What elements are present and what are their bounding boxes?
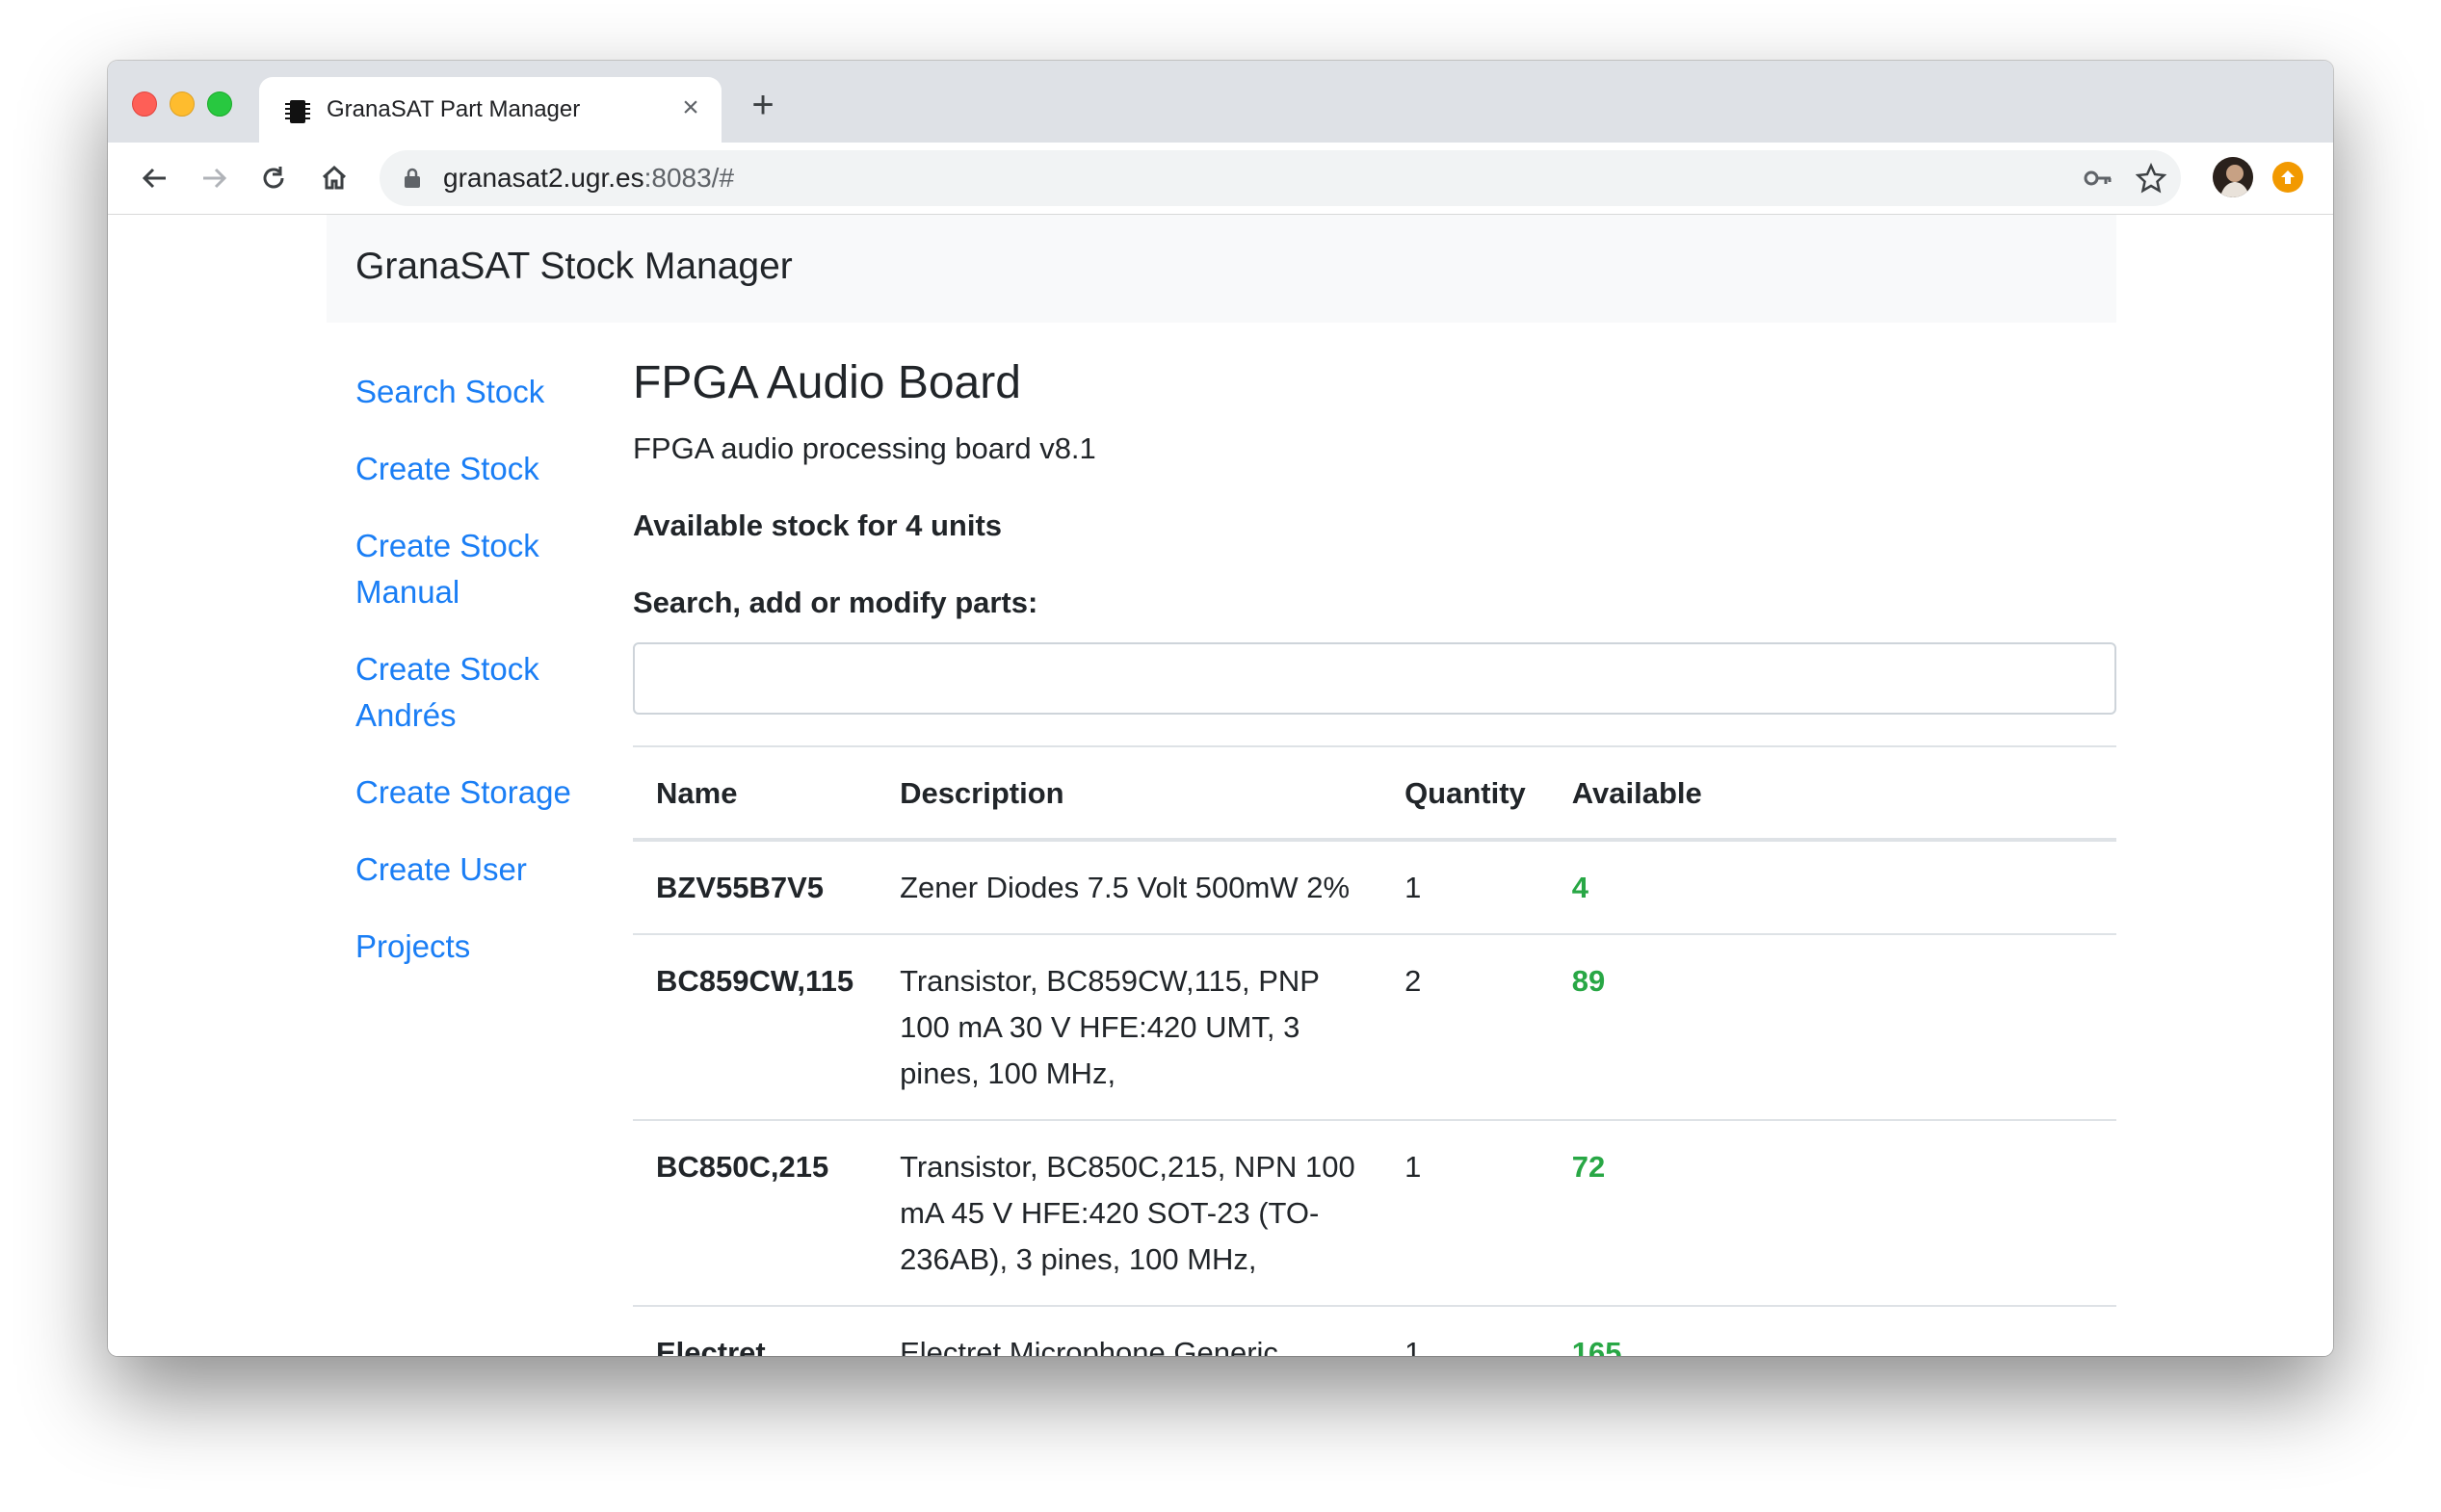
reload-button[interactable] — [252, 157, 295, 199]
address-bar[interactable]: granasat2.ugr.es:8083/# — [380, 150, 2181, 206]
tab-title: GranaSAT Part Manager — [327, 96, 581, 122]
page-title: FPGA Audio Board — [633, 357, 1021, 408]
star-icon[interactable] — [2136, 163, 2166, 194]
part-available: 72 — [1548, 1120, 2116, 1307]
browser-tab[interactable]: GranaSAT Part Manager × — [259, 77, 722, 143]
part-name: BC859CW,115 — [633, 934, 878, 1121]
sidebar-item-create-stock[interactable]: Create Stock — [355, 446, 577, 492]
sidebar-item-create-stock-manual[interactable]: Create Stock Manual — [355, 523, 577, 615]
part-available: 89 — [1548, 934, 2116, 1121]
parts-search-input[interactable] — [633, 642, 2116, 715]
part-description: Electret Microphone Generic — [877, 1306, 1382, 1356]
part-name: BZV55B7V5 — [633, 840, 878, 935]
part-quantity: 2 — [1381, 934, 1549, 1121]
browser-window: GranaSAT Part Manager × + granasat2.ugr.… — [108, 61, 2333, 1356]
table-header-row: Name Description Quantity Available — [633, 745, 2116, 842]
navbar-brand[interactable]: GranaSAT Stock Manager — [355, 246, 793, 288]
browser-toolbar: granasat2.ugr.es:8083/# — [108, 143, 2333, 215]
avatar-icon — [2213, 157, 2253, 197]
table-row[interactable]: BC859CW,115 Transistor, BC859CW,115, PNP… — [633, 934, 2116, 1121]
back-arrow-icon — [142, 168, 166, 189]
new-tab-button[interactable]: + — [744, 86, 782, 124]
extension-button[interactable] — [2272, 162, 2303, 193]
close-tab-icon[interactable]: × — [675, 92, 706, 123]
navbar: GranaSAT Stock Manager — [327, 215, 2116, 323]
profile-avatar[interactable] — [2213, 157, 2253, 197]
available-stock-text: Available stock for 4 units — [633, 508, 1003, 542]
column-header-quantity: Quantity — [1381, 745, 1549, 842]
parts-table: Name Description Quantity Available BZV5… — [633, 745, 2116, 1356]
part-quantity: 1 — [1381, 1306, 1549, 1356]
main-panel: FPGA Audio Board FPGA audio processing b… — [633, 354, 2116, 1356]
table-row[interactable]: BC850C,215 Transistor, BC850C,215, NPN 1… — [633, 1120, 2116, 1307]
close-window-button[interactable] — [132, 91, 157, 117]
minimize-window-button[interactable] — [170, 91, 195, 117]
home-icon — [322, 165, 347, 190]
sidebar-item-create-stock-andres[interactable]: Create Stock Andrés — [355, 646, 577, 739]
sidebar-item-create-storage[interactable]: Create Storage — [355, 769, 577, 816]
part-name: BC850C,215 — [633, 1120, 878, 1307]
up-arrow-icon — [2281, 170, 2295, 184]
part-description: Zener Diodes 7.5 Volt 500mW 2% — [877, 840, 1382, 935]
project-description: FPGA audio processing board v8.1 — [633, 431, 1096, 465]
page-content: GranaSAT Stock Manager Search Stock Crea… — [108, 215, 2333, 1356]
forward-button[interactable] — [193, 157, 235, 199]
zoom-window-button[interactable] — [207, 91, 232, 117]
sidebar: Search Stock Create Stock Create Stock M… — [355, 369, 577, 1001]
part-quantity: 1 — [1381, 840, 1549, 935]
part-available: 165 — [1548, 1306, 2116, 1356]
sidebar-item-projects[interactable]: Projects — [355, 924, 577, 970]
part-description: Transistor, BC850C,215, NPN 100 mA 45 V … — [877, 1120, 1382, 1307]
key-icon[interactable] — [2083, 163, 2113, 194]
part-name: Electret Microphone Generic — [633, 1306, 878, 1356]
chip-icon — [285, 100, 310, 123]
search-label: Search, add or modify parts: — [633, 586, 1038, 619]
table-row[interactable]: Electret Microphone Generic Electret Mic… — [633, 1306, 2116, 1356]
column-header-available: Available — [1548, 745, 2116, 842]
forward-arrow-icon — [203, 168, 227, 189]
back-button[interactable] — [134, 157, 176, 199]
tab-strip: GranaSAT Part Manager × + — [108, 61, 2333, 143]
url-text: granasat2.ugr.es:8083/# — [443, 163, 734, 194]
home-button[interactable] — [313, 157, 355, 199]
sidebar-item-search-stock[interactable]: Search Stock — [355, 369, 577, 415]
part-description: Transistor, BC859CW,115, PNP 100 mA 30 V… — [877, 934, 1382, 1121]
column-header-name: Name — [633, 745, 878, 842]
part-available: 4 — [1548, 840, 2116, 935]
reload-icon — [263, 167, 284, 189]
url-host: granasat2.ugr.es — [443, 163, 644, 193]
column-header-description: Description — [877, 745, 1382, 842]
url-path: :8083/# — [643, 163, 735, 193]
table-row[interactable]: BZV55B7V5 Zener Diodes 7.5 Volt 500mW 2%… — [633, 840, 2116, 935]
lock-icon[interactable] — [401, 167, 424, 190]
sidebar-item-create-user[interactable]: Create User — [355, 847, 577, 893]
part-quantity: 1 — [1381, 1120, 1549, 1307]
